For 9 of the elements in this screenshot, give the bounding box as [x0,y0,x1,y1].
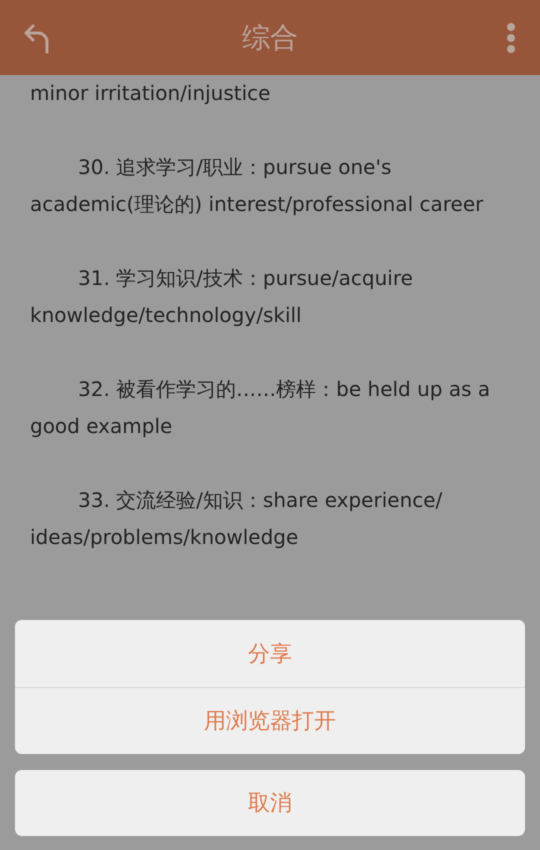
article-paragraph: 33. 交流经验/知识：share experience/ ideas/problems/knowledge [30,487,444,551]
menu-action[interactable]: 用浏览器打开 [15,687,525,754]
more-options-icon[interactable] [506,20,516,54]
article-paragraph: 30. 追求学习/职业：pursue one's academic(理论的) interest/professional career [30,154,484,218]
screen-title: 综合 [242,20,298,56]
article-paragraph: 32. 被看作学习的……榜样：be held up as a good example [30,376,492,440]
cancel-button[interactable]: 取消 [15,770,525,836]
article-paragraph: 31. 学习知识/技术：pursue/acquire knowledge/technology/skill [30,265,414,329]
article-paragraph: minor irritation/injustice [30,80,272,107]
